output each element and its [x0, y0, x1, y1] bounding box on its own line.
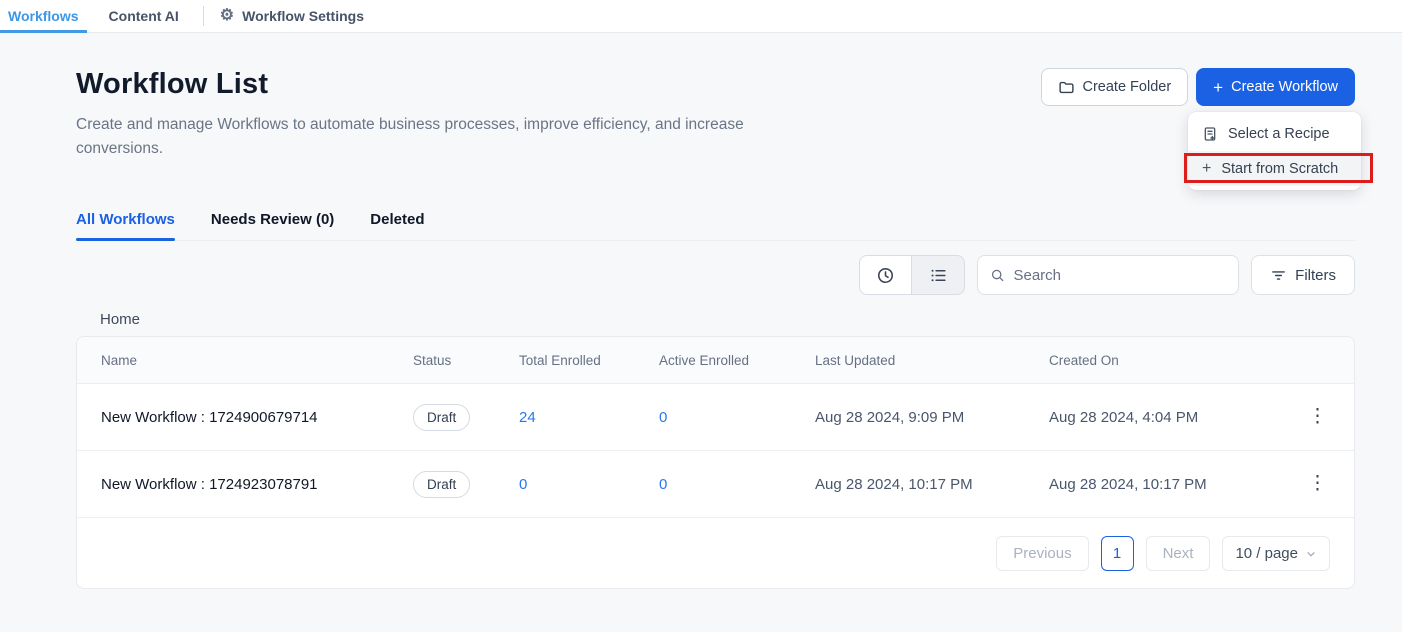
page-subtitle: Create and manage Workflows to automate …	[76, 113, 821, 161]
tab-needs-review-label: Needs Review (0)	[211, 211, 334, 228]
create-folder-label: Create Folder	[1083, 79, 1172, 95]
table-row[interactable]: New Workflow : 1724923078791 Draft 0 0 A…	[77, 451, 1354, 518]
list-toolbar: Filters	[76, 255, 1355, 295]
menu-item-select-a-recipe[interactable]: Select a Recipe	[1188, 116, 1361, 151]
tab-needs-review[interactable]: Needs Review (0)	[211, 211, 334, 240]
status-badge: Draft	[413, 471, 470, 498]
status-badge: Draft	[413, 404, 470, 431]
clock-icon	[876, 266, 895, 285]
last-updated-value: Aug 28 2024, 9:09 PM	[815, 409, 1049, 426]
history-view-button[interactable]	[860, 256, 912, 294]
view-toggle	[859, 255, 965, 295]
breadcrumb[interactable]: Home	[100, 311, 1355, 328]
active-enrolled-link[interactable]: 0	[659, 409, 815, 426]
title-block: Workflow List Create and manage Workflow…	[76, 68, 821, 161]
created-on-value: Aug 28 2024, 10:17 PM	[1049, 476, 1281, 493]
search-box	[977, 255, 1239, 295]
total-enrolled-link[interactable]: 24	[519, 409, 659, 426]
col-header-total-enrolled: Total Enrolled	[519, 353, 659, 368]
status-cell: Draft	[413, 471, 519, 498]
list-icon	[929, 266, 948, 285]
gear-icon: ⚙	[220, 8, 234, 24]
search-input[interactable]	[1013, 267, 1226, 284]
nav-divider	[203, 6, 204, 26]
menu-item-start-from-scratch[interactable]: + Start from Scratch	[1188, 151, 1361, 186]
filters-button[interactable]: Filters	[1251, 255, 1355, 295]
col-header-last-updated: Last Updated	[815, 353, 1049, 368]
col-header-active-enrolled: Active Enrolled	[659, 353, 815, 368]
pagination: Previous 1 Next 10 / page	[77, 518, 1354, 588]
col-header-name: Name	[77, 353, 413, 368]
nav-tab-workflows[interactable]: Workflows	[0, 0, 87, 32]
menu-item-label: Select a Recipe	[1228, 126, 1330, 142]
row-kebab-menu-icon[interactable]: ⋮	[1281, 479, 1354, 489]
workflow-name[interactable]: New Workflow : 1724900679714	[77, 409, 413, 426]
top-nav: Workflows Content AI ⚙ Workflow Settings	[0, 0, 1402, 33]
row-kebab-menu-icon[interactable]: ⋮	[1281, 412, 1354, 422]
table-row[interactable]: New Workflow : 1724900679714 Draft 24 0 …	[77, 384, 1354, 451]
page-size-label: 10 / page	[1235, 545, 1298, 562]
status-cell: Draft	[413, 404, 519, 431]
page-title: Workflow List	[76, 68, 821, 101]
search-icon	[990, 267, 1005, 284]
workflow-name[interactable]: New Workflow : 1724923078791	[77, 476, 413, 493]
plus-icon: +	[1213, 79, 1223, 96]
folder-icon	[1058, 79, 1075, 96]
create-workflow-dropdown: Select a Recipe + Start from Scratch	[1188, 112, 1361, 190]
previous-page-button[interactable]: Previous	[996, 536, 1088, 571]
workflow-table-card: Name Status Total Enrolled Active Enroll…	[76, 336, 1355, 589]
total-enrolled-link[interactable]: 0	[519, 476, 659, 493]
recipe-icon	[1202, 126, 1218, 142]
chevron-down-icon	[1305, 548, 1317, 560]
last-updated-value: Aug 28 2024, 10:17 PM	[815, 476, 1049, 493]
tab-all-workflows-label: All Workflows	[76, 211, 175, 228]
list-view-button[interactable]	[912, 256, 964, 294]
page-size-select[interactable]: 10 / page	[1222, 536, 1330, 571]
active-enrolled-link[interactable]: 0	[659, 476, 815, 493]
filters-label: Filters	[1295, 267, 1336, 284]
nav-tab-content-ai-label: Content AI	[109, 8, 179, 24]
tab-deleted-label: Deleted	[370, 211, 424, 228]
nav-tab-content-ai[interactable]: Content AI	[101, 0, 187, 32]
page-header: Workflow List Create and manage Workflow…	[76, 68, 1355, 161]
next-page-button[interactable]: Next	[1146, 536, 1211, 571]
created-on-value: Aug 28 2024, 4:04 PM	[1049, 409, 1281, 426]
nav-tab-workflows-label: Workflows	[8, 8, 79, 24]
create-workflow-label: Create Workflow	[1231, 79, 1338, 95]
workflow-tabs: All Workflows Needs Review (0) Deleted	[76, 211, 1355, 241]
nav-workflow-settings[interactable]: ⚙ Workflow Settings	[220, 0, 364, 32]
create-folder-button[interactable]: Create Folder	[1041, 68, 1189, 106]
filter-icon	[1270, 267, 1287, 284]
table-header-row: Name Status Total Enrolled Active Enroll…	[77, 337, 1354, 384]
tab-all-workflows[interactable]: All Workflows	[76, 211, 175, 240]
page-number-button[interactable]: 1	[1101, 536, 1134, 571]
tab-deleted[interactable]: Deleted	[370, 211, 424, 240]
create-workflow-button[interactable]: + Create Workflow	[1196, 68, 1355, 106]
nav-workflow-settings-label: Workflow Settings	[242, 8, 364, 24]
menu-item-label: Start from Scratch	[1221, 161, 1338, 177]
col-header-created-on: Created On	[1049, 353, 1281, 368]
col-header-status: Status	[413, 353, 519, 368]
plus-icon: +	[1202, 161, 1211, 177]
